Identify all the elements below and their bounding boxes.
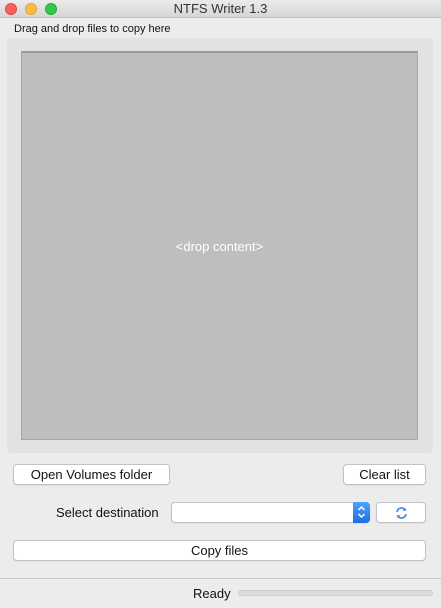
refresh-destinations-button[interactable] xyxy=(376,502,426,523)
clear-list-button[interactable]: Clear list xyxy=(343,464,426,485)
refresh-icon xyxy=(396,507,407,519)
progress-bar xyxy=(238,590,433,596)
select-stepper-icon[interactable] xyxy=(353,502,370,523)
destination-label: Select destination xyxy=(56,505,159,520)
status-divider xyxy=(0,578,441,579)
drop-instructions: Drag and drop files to copy here xyxy=(14,23,171,35)
open-volumes-folder-button[interactable]: Open Volumes folder xyxy=(13,464,170,485)
title-bar: NTFS Writer 1.3 xyxy=(0,0,441,18)
window-title: NTFS Writer 1.3 xyxy=(173,1,268,16)
destination-select[interactable] xyxy=(171,502,370,523)
drop-placeholder: <drop content> xyxy=(175,239,264,254)
status-text: Ready xyxy=(193,586,231,601)
copy-files-button[interactable]: Copy files xyxy=(13,540,426,561)
drop-area[interactable]: <drop content> xyxy=(21,51,418,440)
